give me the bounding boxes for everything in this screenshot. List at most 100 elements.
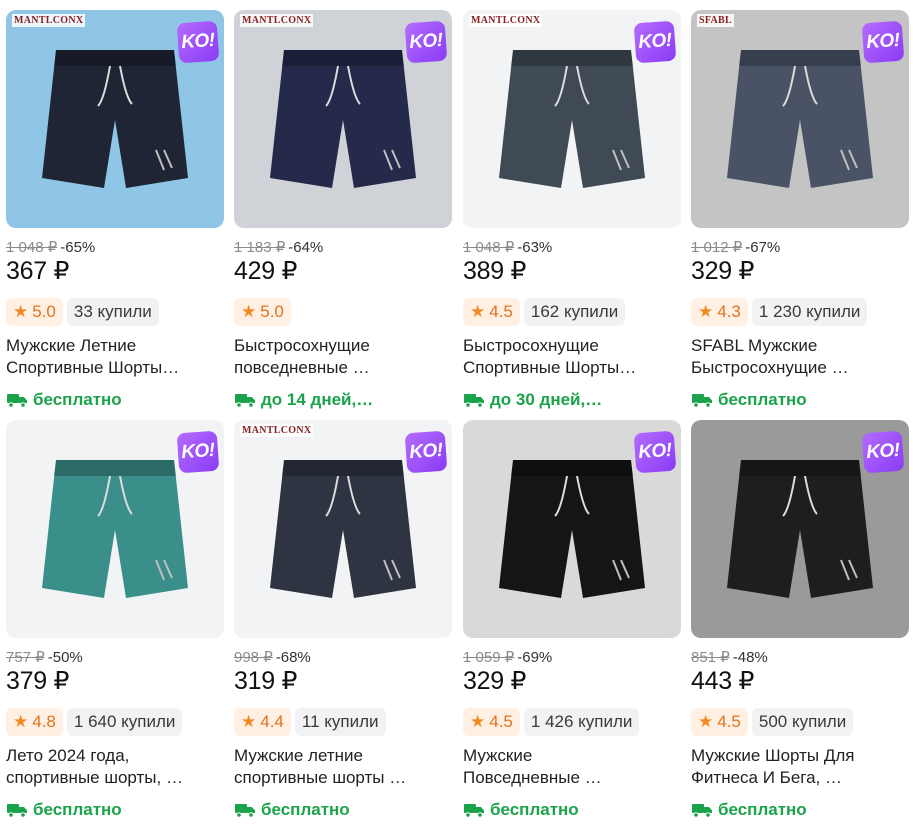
rating-value: 5.0 — [32, 302, 56, 321]
product-title[interactable]: Лето 2024 года, спортивные шорты, … — [6, 745, 224, 789]
product-title[interactable]: Мужские Шорты Для Фитнеса И Бега, … — [691, 745, 909, 789]
ko-badge-icon: KO! — [861, 20, 905, 64]
purchases-count: 33 купили — [66, 298, 159, 326]
product-title-line-2[interactable]: Быстросохнущие … — [691, 357, 909, 379]
product-title[interactable]: SFABL Мужские Быстросохнущие … — [691, 335, 909, 379]
rating-value: 4.5 — [717, 712, 741, 731]
truck-icon — [692, 804, 712, 818]
product-title[interactable]: Мужские летние спортивные шорты … — [234, 745, 452, 789]
delivery-text: до 30 дней,… — [490, 390, 603, 409]
delivery-info: бесплатно — [6, 800, 224, 820]
product-image[interactable]: KO! — [6, 420, 224, 638]
ko-badge-icon: KO! — [633, 430, 677, 474]
product-card[interactable]: KO! 757 ₽ -50% 379 ₽ ★ 4.8 1 640 купили Ле… — [6, 420, 224, 820]
rating-badge: ★ 4.5 — [463, 708, 520, 736]
rating-value: 4.5 — [489, 712, 513, 731]
purchases-count: 1 640 купили — [66, 708, 183, 736]
old-price: 1 012 ₽ — [691, 239, 743, 256]
product-title-line-1[interactable]: Быстросохнущие — [234, 335, 452, 357]
product-image[interactable]: MANTLCONX KO! — [234, 420, 452, 638]
product-title-line-2[interactable]: Спортивные Шорты… — [463, 357, 681, 379]
star-icon: ★ — [698, 712, 714, 731]
star-icon: ★ — [241, 302, 257, 321]
delivery-text: бесплатно — [490, 800, 579, 819]
discount-percent: -63% — [517, 239, 553, 256]
discount-percent: -67% — [745, 239, 781, 256]
ko-badge-icon: KO! — [861, 430, 905, 474]
product-title-line-2[interactable]: спортивные шорты … — [234, 767, 452, 789]
product-image[interactable]: KO! — [463, 420, 681, 638]
rating-badge: ★ 4.4 — [234, 708, 291, 736]
current-price: 319 ₽ — [234, 667, 298, 695]
product-card[interactable]: MANTLCONX KO! 1 048 ₽ -65% 367 ₽ ★ 5.0 33 … — [6, 10, 224, 410]
delivery-text: бесплатно — [33, 800, 122, 819]
product-title[interactable]: Мужские Летние Спортивные Шорты… — [6, 335, 224, 379]
product-title[interactable]: Быстросохнущие повседневные … — [234, 335, 452, 379]
current-price: 367 ₽ — [6, 257, 70, 285]
truck-icon — [464, 394, 484, 408]
discount-percent: -64% — [288, 239, 324, 256]
delivery-text: до 14 дней,… — [261, 390, 374, 409]
product-image[interactable]: MANTLCONX KO! — [463, 10, 681, 228]
ko-badge-icon: KO! — [633, 20, 677, 64]
old-price: 757 ₽ — [6, 649, 45, 666]
truck-icon — [7, 804, 27, 818]
product-image[interactable]: MANTLCONX KO! — [234, 10, 452, 228]
product-title-line-1[interactable]: Быстросохнущие — [463, 335, 681, 357]
product-image[interactable]: SFABL KO! — [691, 10, 909, 228]
purchases-count: 1 426 купили — [523, 708, 640, 736]
delivery-text: бесплатно — [261, 800, 350, 819]
product-title-line-2[interactable]: Фитнеса И Бега, … — [691, 767, 909, 789]
rating-badge: ★ 5.0 — [6, 298, 63, 326]
rating-badge: ★ 4.3 — [691, 298, 748, 326]
product-card[interactable]: MANTLCONX KO! 998 ₽ -68% 319 ₽ ★ 4.4 11 ку… — [234, 420, 452, 820]
discount-percent: -50% — [47, 649, 83, 666]
product-title[interactable]: Мужские Повседневные … — [463, 745, 681, 789]
product-title[interactable]: Быстросохнущие Спортивные Шорты… — [463, 335, 681, 379]
star-icon: ★ — [13, 712, 29, 731]
product-title-line-2[interactable]: повседневные … — [234, 357, 452, 379]
product-title-line-2[interactable]: Повседневные … — [463, 767, 681, 789]
current-price: 389 ₽ — [463, 257, 527, 285]
delivery-info: до 14 дней,… — [234, 390, 452, 410]
product-title-line-1[interactable]: Мужские летние — [234, 745, 452, 767]
ko-badge-icon: KO! — [176, 430, 220, 474]
delivery-info: бесплатно — [234, 800, 452, 820]
old-price: 1 048 ₽ — [463, 239, 515, 256]
purchases-count: 1 230 купили — [751, 298, 868, 326]
rating-value: 4.8 — [32, 712, 56, 731]
product-title-line-2[interactable]: Спортивные Шорты… — [6, 357, 224, 379]
product-title-line-1[interactable]: Мужские Шорты Для — [691, 745, 909, 767]
product-title-line-2[interactable]: спортивные шорты, … — [6, 767, 224, 789]
current-price: 379 ₽ — [6, 667, 70, 695]
product-image[interactable]: KO! — [691, 420, 909, 638]
rating-value: 4.3 — [717, 302, 741, 321]
star-icon: ★ — [470, 712, 486, 731]
product-title-line-1[interactable]: SFABL Мужские — [691, 335, 909, 357]
star-icon: ★ — [698, 302, 714, 321]
product-title-line-1[interactable]: Лето 2024 года, — [6, 745, 224, 767]
rating-badge: ★ 4.8 — [6, 708, 63, 736]
product-card[interactable]: KO! 851 ₽ -48% 443 ₽ ★ 4.5 500 купили Мужс… — [691, 420, 909, 820]
product-card[interactable]: SFABL KO! 1 012 ₽ -67% 329 ₽ ★ 4.3 1 230 к… — [691, 10, 909, 410]
rating-badge: ★ 5.0 — [234, 298, 291, 326]
product-card[interactable]: MANTLCONX KO! 1 183 ₽ -64% 429 ₽ ★ 5.0 Быс… — [234, 10, 452, 410]
current-price: 329 ₽ — [691, 257, 755, 285]
purchases-count: 162 купили — [523, 298, 626, 326]
rating-badge: ★ 4.5 — [691, 708, 748, 736]
product-title-line-1[interactable]: Мужские — [463, 745, 681, 767]
old-price: 998 ₽ — [234, 649, 273, 666]
star-icon: ★ — [241, 712, 257, 731]
current-price: 443 ₽ — [691, 667, 755, 695]
product-title-line-1[interactable]: Мужские Летние — [6, 335, 224, 357]
product-card[interactable]: KO! 1 059 ₽ -69% 329 ₽ ★ 4.5 1 426 купили … — [463, 420, 681, 820]
delivery-info: до 30 дней,… — [463, 390, 681, 410]
discount-percent: -65% — [60, 239, 96, 256]
delivery-text: бесплатно — [718, 390, 807, 409]
ko-badge-icon: KO! — [404, 430, 448, 474]
ko-badge-icon: KO! — [404, 20, 448, 64]
product-card[interactable]: MANTLCONX KO! 1 048 ₽ -63% 389 ₽ ★ 4.5 162… — [463, 10, 681, 410]
brand-logo: MANTLCONX — [240, 14, 314, 27]
old-price: 1 183 ₽ — [234, 239, 286, 256]
product-image[interactable]: MANTLCONX KO! — [6, 10, 224, 228]
